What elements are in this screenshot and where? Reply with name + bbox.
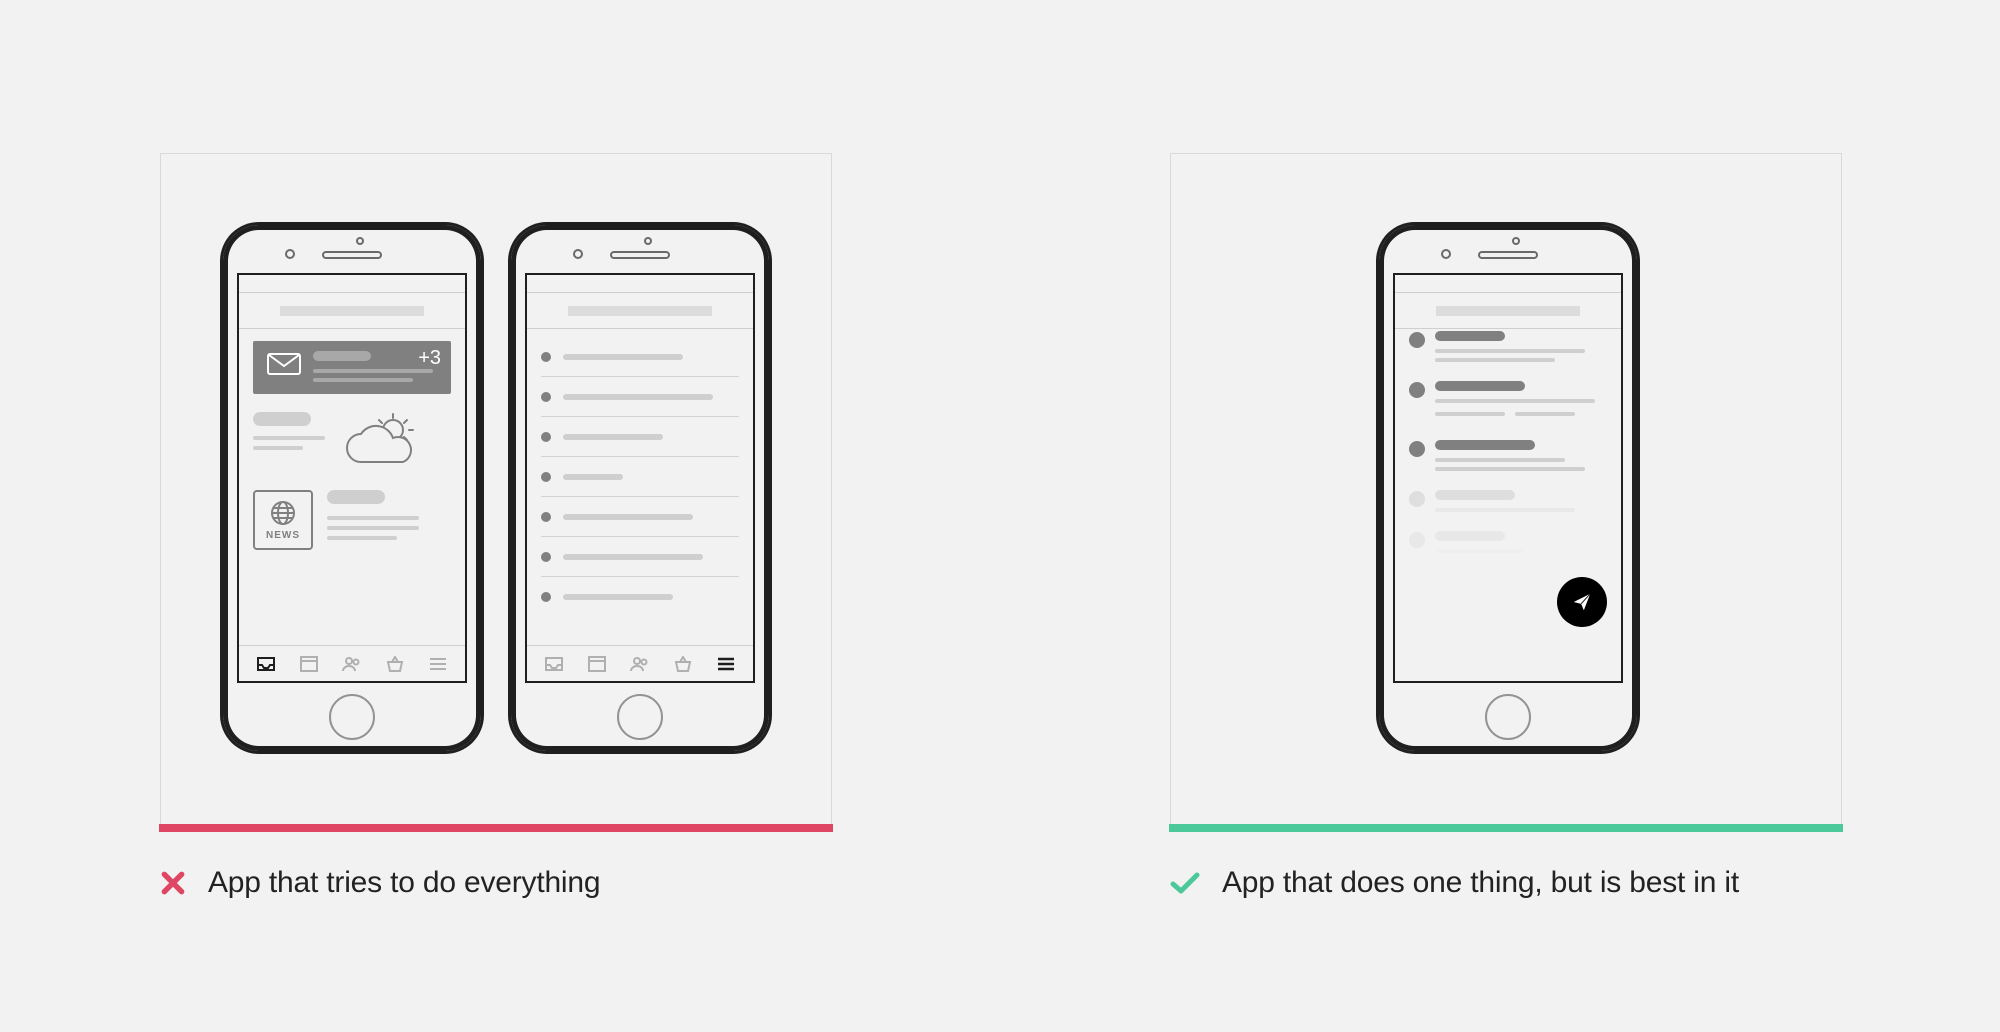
- phone-earpiece: [322, 251, 382, 259]
- list-item: [541, 457, 739, 497]
- status-bar: [527, 275, 753, 293]
- tab-people-icon[interactable]: [628, 654, 652, 674]
- phone-earpiece: [1478, 251, 1538, 259]
- mail-card: +3: [253, 341, 451, 394]
- tab-basket-icon[interactable]: [671, 654, 695, 674]
- weather-text: [253, 412, 325, 450]
- news-icon: NEWS: [253, 490, 313, 550]
- status-bar: [239, 275, 465, 293]
- phone-sensor: [644, 237, 652, 245]
- list-item: [541, 577, 739, 617]
- phone-earpiece: [610, 251, 670, 259]
- weather-widget: [253, 412, 451, 472]
- news-widget: NEWS: [253, 490, 451, 550]
- phone-camera: [285, 249, 295, 259]
- header-bar: [1395, 293, 1621, 329]
- paper-plane-icon: [1571, 591, 1593, 613]
- list-item: [541, 497, 739, 537]
- avatar: [1409, 332, 1425, 348]
- list-item: [541, 537, 739, 577]
- avatar: [1409, 491, 1425, 507]
- phone-list: [511, 225, 769, 751]
- list-item: [541, 337, 739, 377]
- dashboard-content: +3: [239, 331, 465, 643]
- right-underline: [1169, 824, 1843, 832]
- home-button[interactable]: [617, 694, 663, 740]
- phone-camera: [573, 249, 583, 259]
- status-bar: [1395, 275, 1621, 293]
- avatar: [1409, 441, 1425, 457]
- news-text: [327, 490, 419, 550]
- right-caption-text: App that does one thing, but is best in …: [1222, 866, 1739, 900]
- check-icon: [1170, 870, 1200, 896]
- tab-bar: [527, 645, 753, 681]
- left-panel: +3: [160, 153, 832, 826]
- chat-message: [1409, 531, 1607, 558]
- news-label: NEWS: [266, 530, 300, 541]
- chat-content: [1395, 331, 1621, 643]
- tab-bar: [239, 645, 465, 681]
- phone-screen: +3: [237, 273, 467, 683]
- tab-basket-icon[interactable]: [383, 654, 407, 674]
- phone-camera: [1441, 249, 1451, 259]
- home-button[interactable]: [329, 694, 375, 740]
- header-bar: [527, 293, 753, 329]
- right-panel: [1170, 153, 1842, 826]
- phone-dashboard: +3: [223, 225, 481, 751]
- tab-menu-icon[interactable]: [714, 654, 738, 674]
- tab-browser-icon[interactable]: [585, 654, 609, 674]
- list-item: [541, 377, 739, 417]
- mail-badge: +3: [418, 347, 441, 370]
- phone-screen: [1393, 273, 1623, 683]
- chat-message: [1409, 490, 1607, 517]
- mail-icon: [267, 353, 301, 375]
- tab-people-icon[interactable]: [340, 654, 364, 674]
- phone-sensor: [1512, 237, 1520, 245]
- chat-message: [1409, 381, 1607, 426]
- phone-sensor: [356, 237, 364, 245]
- list-content: [527, 331, 753, 643]
- tab-menu-icon[interactable]: [426, 654, 450, 674]
- avatar: [1409, 532, 1425, 548]
- header-bar: [239, 293, 465, 329]
- list-item: [541, 417, 739, 457]
- tab-inbox-icon[interactable]: [254, 654, 278, 674]
- phone-chat: [1379, 225, 1637, 751]
- right-caption: App that does one thing, but is best in …: [1170, 866, 1739, 900]
- compose-fab[interactable]: [1557, 577, 1607, 627]
- home-button[interactable]: [1485, 694, 1531, 740]
- globe-icon: [270, 500, 296, 526]
- phone-screen: [525, 273, 755, 683]
- left-underline: [159, 824, 833, 832]
- chat-message: [1409, 331, 1607, 367]
- tab-inbox-icon[interactable]: [542, 654, 566, 674]
- tab-browser-icon[interactable]: [297, 654, 321, 674]
- cross-icon: [160, 870, 186, 896]
- left-caption-text: App that tries to do everything: [208, 866, 600, 900]
- weather-icon: [343, 412, 417, 472]
- left-caption: App that tries to do everything: [160, 866, 600, 900]
- avatar: [1409, 382, 1425, 398]
- chat-message: [1409, 440, 1607, 476]
